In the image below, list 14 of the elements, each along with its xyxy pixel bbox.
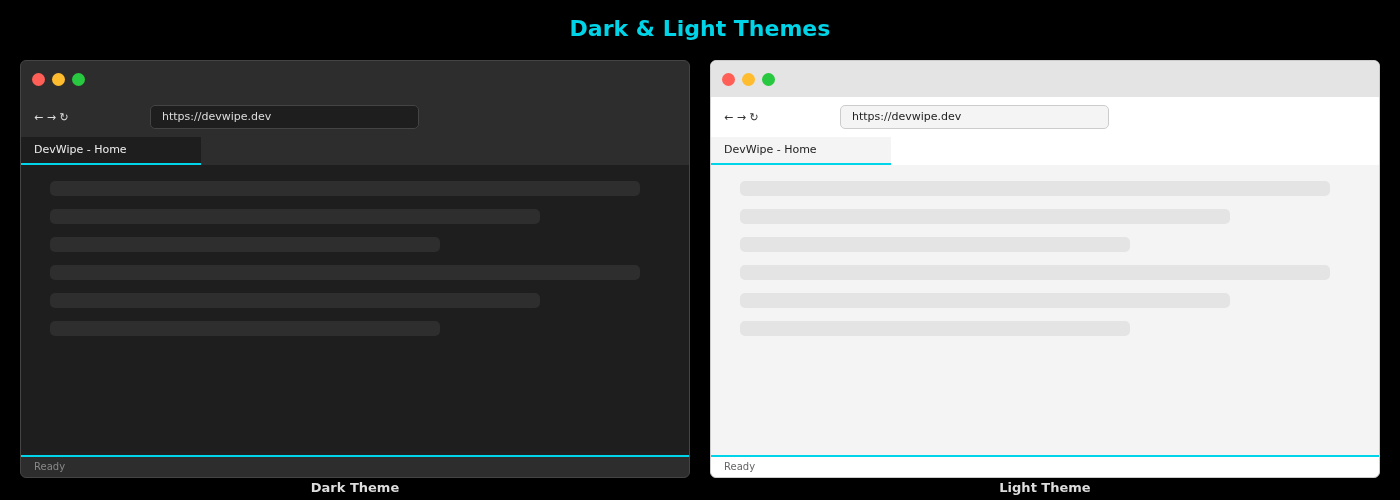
minimize-icon[interactable] <box>52 72 65 86</box>
status-text: Ready <box>724 461 756 472</box>
theme-caption: Light Theme <box>999 480 1091 496</box>
status-text: Ready <box>34 461 66 472</box>
navigation-buttons[interactable]: ← → ↻ <box>34 110 150 124</box>
address-bar[interactable]: https://devwipe.dev <box>150 105 419 129</box>
maximize-icon[interactable] <box>72 72 85 86</box>
close-icon[interactable] <box>32 72 45 86</box>
address-bar[interactable]: https://devwipe.dev <box>840 105 1109 129</box>
browser-tab[interactable]: DevWipe - Home <box>711 137 891 165</box>
browser-tab[interactable]: DevWipe - Home <box>21 137 201 165</box>
navigation-buttons[interactable]: ← → ↻ <box>724 110 840 124</box>
page-title: Dark & Light Themes <box>568 15 832 43</box>
theme-caption: Dark Theme <box>310 480 400 496</box>
